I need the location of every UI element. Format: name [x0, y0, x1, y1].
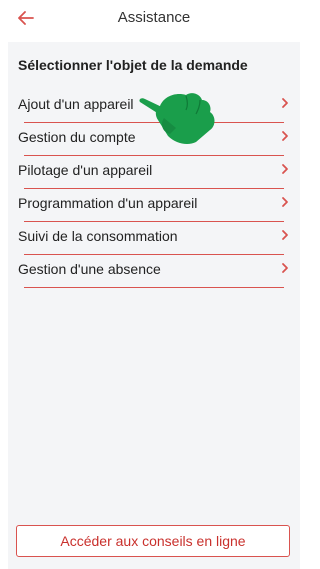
subject-item-label: Suivi de la consommation: [18, 228, 178, 244]
chevron-right-icon: [282, 131, 288, 141]
panel-title: Sélectionner l'objet de la demande: [18, 57, 248, 73]
subject-item-label: Ajout d'un appareil: [18, 96, 134, 112]
subject-item-label: Programmation d'un appareil: [18, 195, 198, 211]
pointing-hand-icon: [139, 93, 215, 144]
chevron-right-icon: [282, 263, 288, 273]
subject-item-gestion-absence[interactable]: Gestion d'une absence: [18, 255, 290, 288]
chevron-right-icon: [282, 164, 288, 174]
subject-item-pilotage-appareil[interactable]: Pilotage d'un appareil: [18, 156, 290, 189]
chevron-right-icon: [282, 98, 288, 108]
divider: [24, 287, 284, 288]
online-advice-button[interactable]: Accéder aux conseils en ligne: [16, 525, 290, 557]
subject-item-label: Gestion du compte: [18, 129, 136, 145]
app-header: Assistance: [0, 0, 308, 36]
page-title: Assistance: [117, 9, 191, 26]
subject-item-label: Pilotage d'un appareil: [18, 162, 153, 178]
chevron-right-icon: [282, 197, 288, 207]
subject-item-suivi-consommation[interactable]: Suivi de la consommation: [18, 222, 290, 255]
subject-item-programmation-appareil[interactable]: Programmation d'un appareil: [18, 189, 290, 222]
subject-item-label: Gestion d'une absence: [18, 261, 161, 277]
chevron-right-icon: [282, 230, 288, 240]
